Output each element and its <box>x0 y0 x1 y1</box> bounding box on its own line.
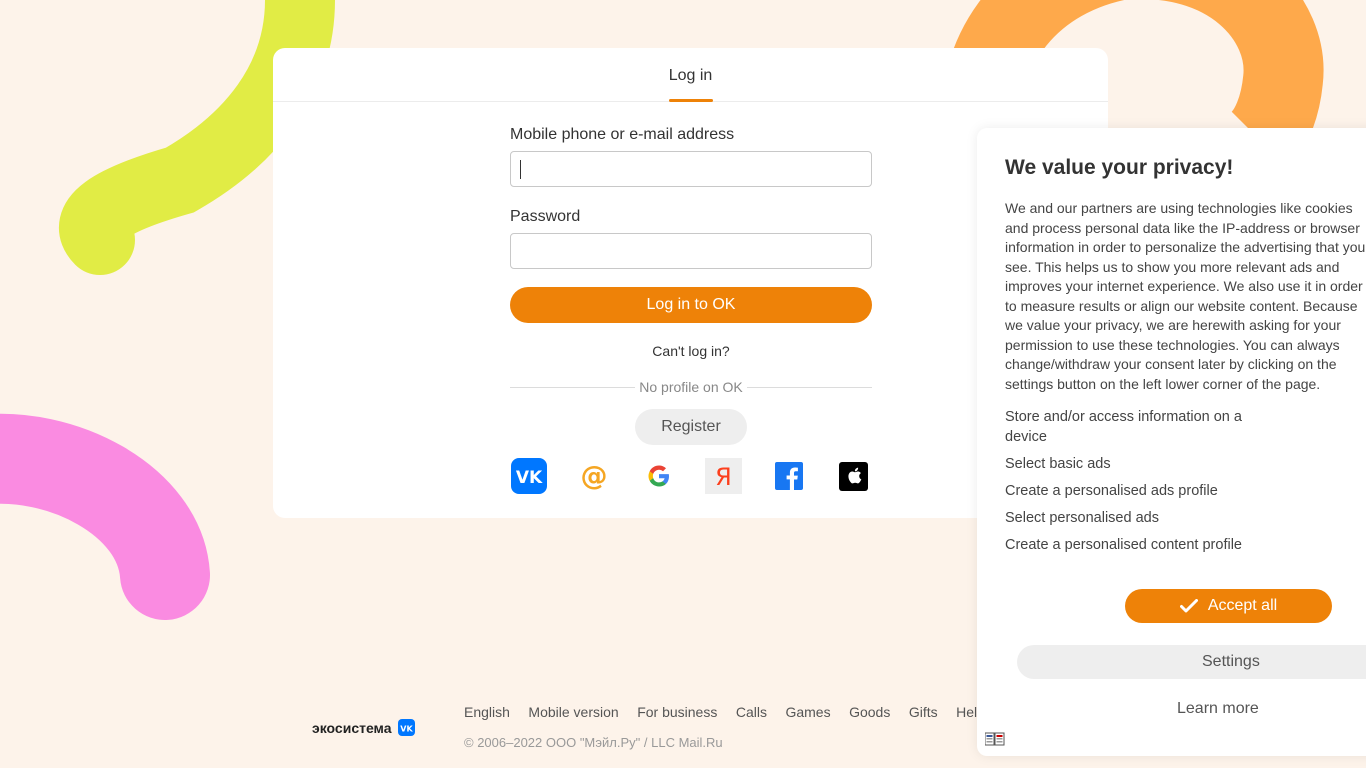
footer-link-mobile-version[interactable]: Mobile version <box>528 704 618 720</box>
text-caret <box>520 160 521 179</box>
settings-button[interactable]: Settings <box>1017 645 1366 679</box>
copyright: © 2006–2022 ООО "Мэйл.Ру" / LLC Mail.Ru <box>464 735 723 750</box>
footer-link-english[interactable]: English <box>464 704 510 720</box>
ecosystem-logo[interactable]: экосистема VK <box>312 719 415 736</box>
tab-login[interactable]: Log in <box>669 67 713 85</box>
social-login-row: VK @ Я <box>510 458 872 494</box>
phone-email-input[interactable] <box>510 151 872 187</box>
vk-icon[interactable]: VK <box>510 458 547 494</box>
purpose-item: Select personalised ads <box>1005 510 1159 526</box>
privacy-body-text: We and our partners are using technologi… <box>1005 200 1366 392</box>
svg-text:VK: VK <box>400 725 413 734</box>
login-button[interactable]: Log in to OK <box>510 287 872 323</box>
svg-text:Я: Я <box>715 463 732 491</box>
svg-text:@: @ <box>580 461 607 492</box>
vk-small-icon: VK <box>397 719 415 736</box>
privacy-consent-dialog: We value your privacy! We and our partne… <box>977 128 1366 756</box>
facebook-icon[interactable] <box>770 458 807 494</box>
footer-link-calls[interactable]: Calls <box>736 704 767 720</box>
purpose-item: Create a personalised ads profile <box>1005 483 1218 499</box>
password-label: Password <box>510 208 581 225</box>
learn-more-link[interactable]: Learn more <box>1177 700 1259 718</box>
accept-all-label: Accept all <box>1207 597 1278 614</box>
register-button[interactable]: Register <box>635 409 747 445</box>
login-form: Mobile phone or e-mail address Password … <box>510 126 872 494</box>
phone-email-label: Mobile phone or e-mail address <box>510 126 735 143</box>
purpose-item: Store and/or access information on a dev… <box>1005 409 1242 445</box>
purpose-list: Store and/or access information on a dev… <box>1005 407 1265 562</box>
footer-links: English Mobile version For business Call… <box>464 704 1003 720</box>
card-header: Log in <box>273 48 1108 102</box>
no-profile-text: No profile on OK <box>639 379 743 395</box>
accept-all-button[interactable]: Accept all <box>1125 589 1332 623</box>
language-flag-icon[interactable] <box>985 732 1005 746</box>
no-profile-divider: No profile on OK <box>510 379 872 395</box>
ecosystem-label: экосистема <box>312 719 392 736</box>
purpose-item: Select basic ads <box>1005 456 1111 472</box>
divider-line-right <box>746 386 872 388</box>
apple-icon[interactable] <box>835 458 872 494</box>
footer-link-gifts[interactable]: Gifts <box>909 704 938 720</box>
purpose-item: Create a personalised content profile <box>1005 537 1242 553</box>
google-icon[interactable] <box>640 458 677 494</box>
footer-link-goods[interactable]: Goods <box>849 704 890 720</box>
svg-text:VK: VK <box>515 468 542 488</box>
footer-link-for-business[interactable]: For business <box>637 704 717 720</box>
privacy-title: We value your privacy! <box>1005 156 1234 179</box>
divider-line-left <box>510 386 636 388</box>
mail-at-icon[interactable]: @ <box>575 458 612 494</box>
cant-login-link[interactable]: Can't log in? <box>510 343 872 359</box>
tab-active-indicator <box>669 99 713 102</box>
checkmark-icon <box>1179 599 1198 613</box>
footer-link-games[interactable]: Games <box>785 704 830 720</box>
yandex-icon[interactable]: Я <box>705 458 742 494</box>
password-input[interactable] <box>510 233 872 269</box>
